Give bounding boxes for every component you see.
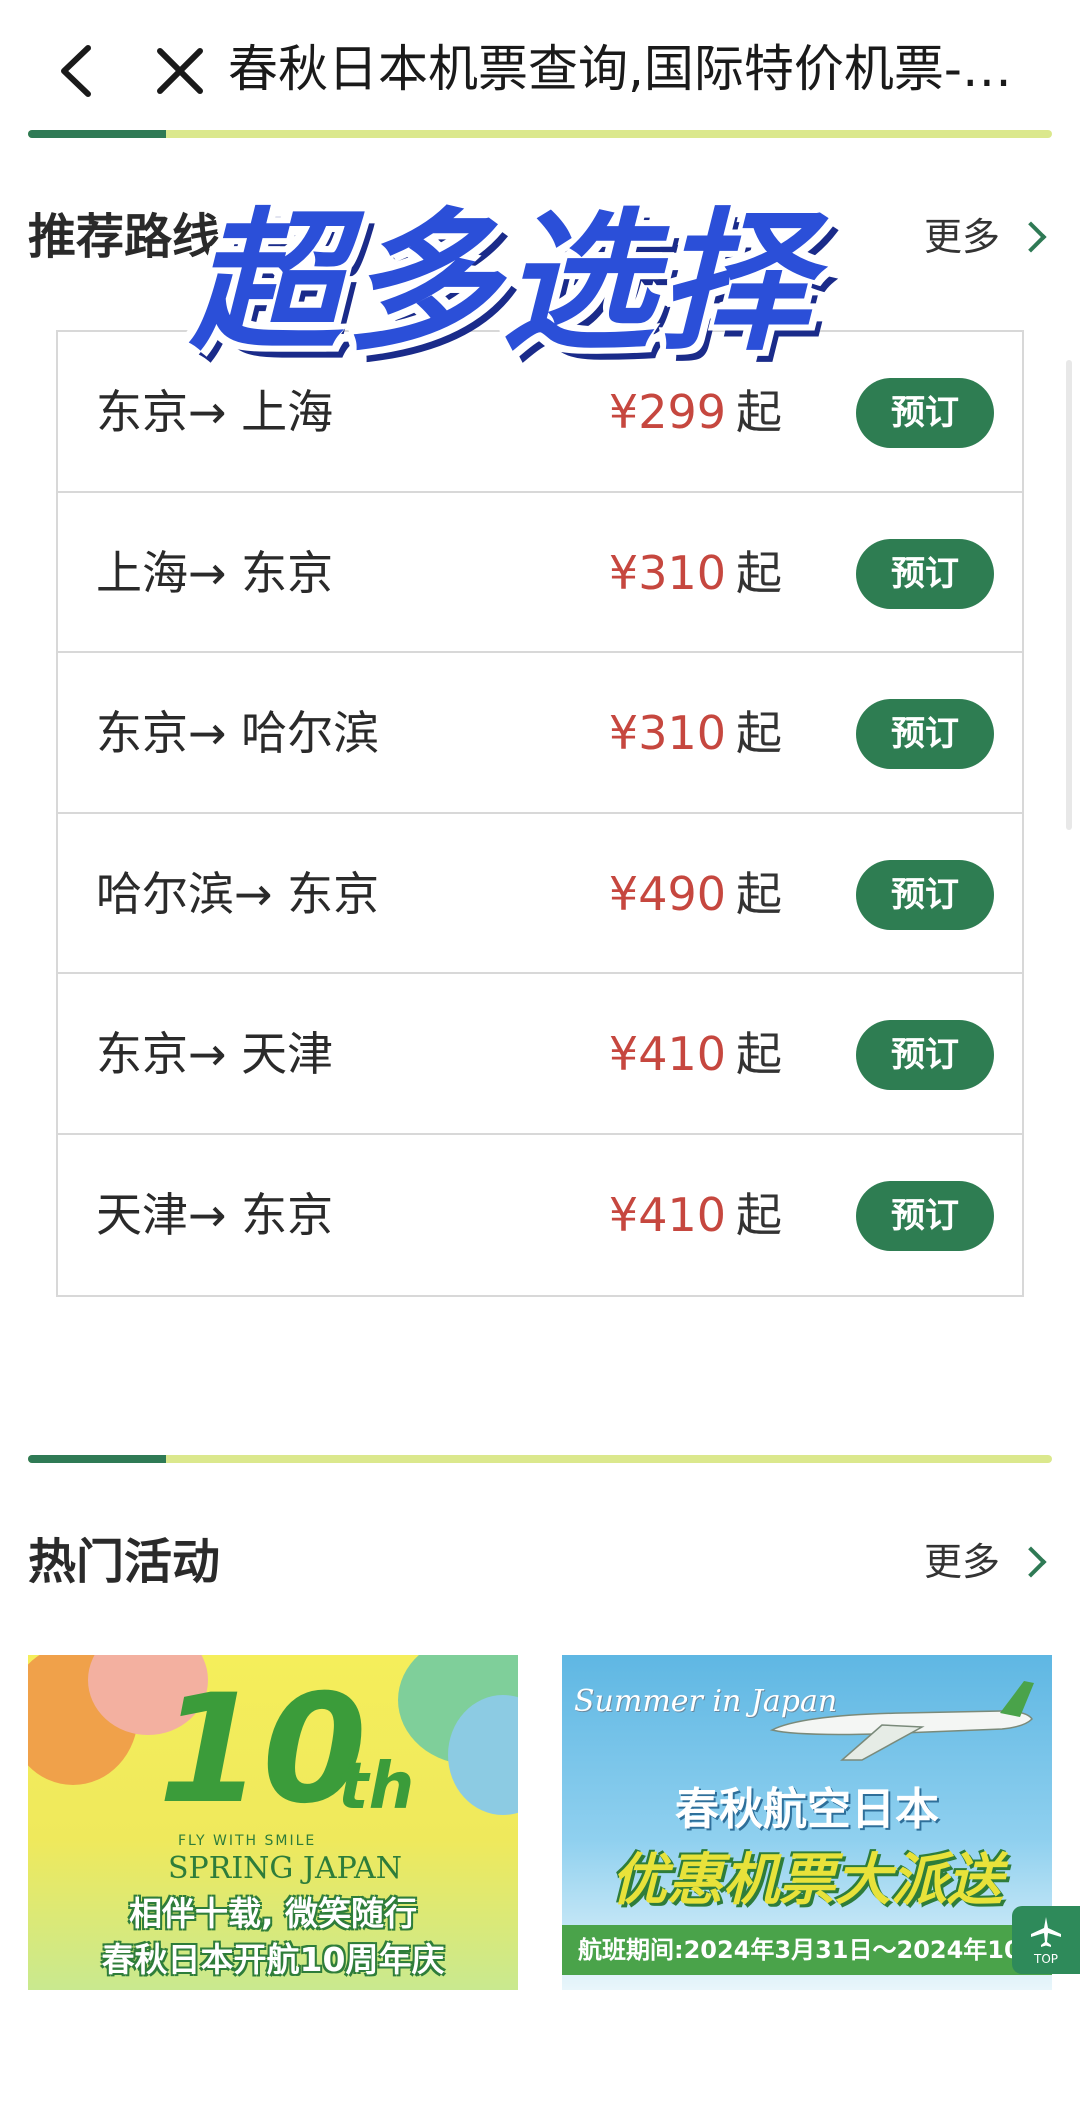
more-label: 更多 — [923, 215, 1000, 259]
book-button[interactable]: 预订 — [856, 538, 994, 609]
price-suffix: 起 — [736, 545, 782, 600]
top-label: TOP — [1033, 1952, 1058, 1966]
book-button[interactable]: 预订 — [856, 378, 994, 448]
route-list: 东京→ 上海 ¥299 起 预订 上海→ 东京 ¥310 起 预订 东京→ 哈尔… — [56, 330, 1024, 1297]
card-line-1: 相伴十载, 微笑随行 — [128, 1894, 418, 1933]
chevron-right-icon — [1015, 221, 1047, 253]
section-divider — [28, 1455, 1052, 1463]
activities-more-link[interactable]: 更多 — [923, 1532, 1047, 1592]
top-bar: 春秋日本机票查询,国际特价机票-… — [0, 0, 1080, 130]
scrollbar[interactable] — [1066, 360, 1072, 830]
price-suffix: 起 — [736, 866, 782, 921]
route-row: 东京→ 天津 ¥410 起 预订 — [58, 974, 1022, 1135]
close-icon — [157, 48, 203, 94]
route-price: ¥310 — [608, 706, 726, 760]
close-button[interactable] — [150, 36, 210, 106]
route-price: ¥310 — [608, 545, 726, 600]
anniversary-suffix: th — [338, 1750, 415, 1824]
book-button[interactable]: 预订 — [856, 1020, 994, 1090]
route-name: 东京→ 天津 — [96, 1027, 334, 1081]
route-name: 哈尔滨→ 东京 — [96, 866, 380, 921]
book-button[interactable]: 预订 — [856, 1180, 994, 1251]
activities-title: 热门活动 — [28, 1534, 221, 1590]
card-title: 春秋航空日本 — [675, 1784, 939, 1835]
route-row: 上海→ 东京 ¥310 起 预订 — [58, 493, 1022, 653]
route-price: ¥410 — [608, 1187, 726, 1242]
page-title: 春秋日本机票查询,国际特价机票-… — [228, 40, 1012, 98]
overlay-sticker-text: 超多选择 — [190, 194, 814, 371]
price-suffix: 起 — [736, 1187, 782, 1242]
book-button[interactable]: 预订 — [856, 699, 994, 769]
section-divider — [28, 130, 1052, 138]
summer-script: Summer in Japan — [574, 1684, 838, 1719]
recommended-more-link[interactable]: 更多 — [923, 207, 1047, 267]
route-row: 哈尔滨→ 东京 ¥490 起 预订 — [58, 814, 1022, 974]
more-label: 更多 — [923, 1540, 1000, 1584]
route-name: 天津→ 东京 — [96, 1187, 334, 1242]
card-promo: 优惠机票大派送 — [611, 1848, 1003, 1913]
brand-tagline: FLY WITH SMILE — [178, 1833, 317, 1849]
route-row: 天津→ 东京 ¥410 起 预订 — [58, 1135, 1022, 1296]
section-divider-accent — [28, 1455, 166, 1463]
route-name: 上海→ 东京 — [96, 545, 334, 600]
back-button[interactable] — [50, 36, 100, 106]
route-price: ¥490 — [608, 866, 726, 921]
route-row: 东京→ 哈尔滨 ¥310 起 预订 — [58, 653, 1022, 814]
chevron-right-icon — [1015, 1546, 1047, 1578]
section-divider-accent — [28, 130, 166, 138]
anniversary-number: 10 — [158, 1663, 367, 1837]
price-suffix: 起 — [736, 1027, 782, 1081]
back-to-top-button[interactable]: TOP — [1012, 1906, 1080, 1974]
price-suffix: 起 — [736, 706, 782, 760]
activity-card-summer-promo[interactable]: Summer in Japan 春秋航空日本 优惠机票大派送 航班期间:2024… — [562, 1655, 1052, 1990]
airplane-icon — [1031, 1917, 1061, 1947]
route-price: ¥410 — [608, 1027, 726, 1081]
brand-logo-text: SPRING JAPAN — [168, 1851, 402, 1886]
route-name: 东京→ 哈尔滨 — [96, 706, 380, 760]
card-line-2: 春秋日本开航10周年庆 — [101, 1940, 445, 1979]
card-period: 航班期间:2024年3月31日～2024年10月26 — [562, 1925, 1052, 1975]
book-button[interactable]: 预订 — [856, 859, 994, 930]
back-arrow-icon — [61, 45, 91, 97]
activity-card-anniversary[interactable]: 10 th FLY WITH SMILE SPRING JAPAN 相伴十载, … — [28, 1655, 518, 1990]
